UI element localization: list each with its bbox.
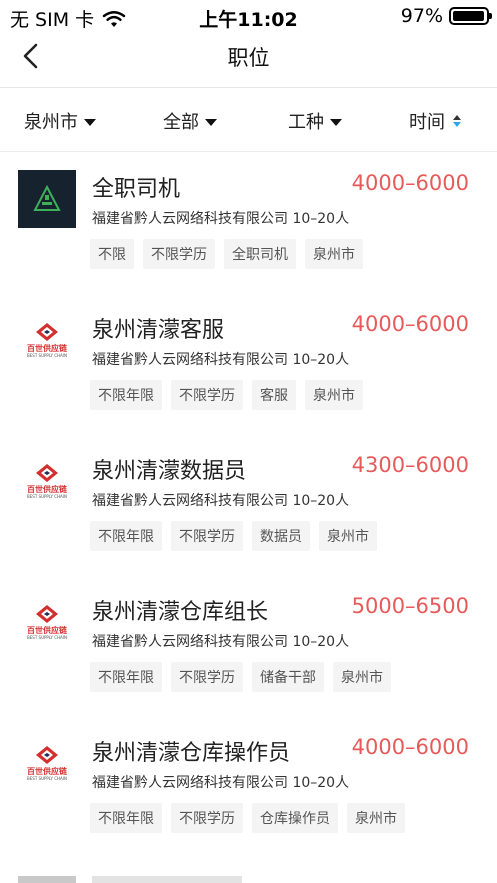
logo-mark-icon (36, 605, 58, 623)
company-logo: 百世供应链 BEST SUPPLY CHAIN (18, 593, 76, 651)
job-company: 福建省黔人云网络科技有限公司 10–20人 (92, 352, 350, 368)
tag: 泉州市 (319, 521, 377, 551)
page-title: 职位 (227, 46, 270, 70)
sort-icon (453, 115, 461, 127)
filter-time-label: 时间 (409, 112, 445, 133)
battery-level (453, 11, 485, 21)
tag: 不限年限 (90, 662, 162, 692)
logo-mark-icon (36, 323, 58, 341)
job-card[interactable]: 百世供应链 BEST SUPPLY CHAIN 泉州清濛客服 4000–6000… (0, 294, 497, 435)
filter-time[interactable]: 时间 (409, 108, 461, 134)
company-logo: 百世供应链 BEST SUPPLY CHAIN (18, 734, 76, 792)
tag: 不限学历 (171, 662, 243, 692)
job-salary: 4300–6000 (351, 453, 469, 477)
filter-bar: 泉州市 全部 工种 时间 (0, 88, 497, 152)
job-title-partial (92, 876, 242, 883)
company-logo (18, 170, 76, 228)
logo-subcaption: BEST SUPPLY CHAIN (27, 353, 67, 358)
company-logo: 百世供应链 BEST SUPPLY CHAIN (18, 311, 76, 369)
job-salary: 5000–6500 (351, 594, 469, 618)
filter-city-label: 泉州市 (24, 112, 78, 133)
tag: 泉州市 (347, 803, 405, 833)
job-title: 泉州清濛仓库操作员 (92, 741, 291, 766)
filter-category[interactable]: 全部 (163, 108, 217, 134)
job-salary: 4000–6000 (351, 312, 469, 336)
job-tags: 不限年限 不限学历 储备干部 泉州市 (90, 662, 391, 692)
logo-subcaption: BEST SUPPLY CHAIN (27, 776, 67, 781)
emblem-icon (33, 184, 61, 211)
job-card-partial[interactable] (0, 876, 497, 883)
tag: 仓库操作员 (252, 803, 338, 833)
company-logo (18, 876, 76, 883)
filter-job-type[interactable]: 工种 (288, 108, 342, 134)
job-tags: 不限年限 不限学历 仓库操作员 泉州市 (90, 803, 405, 833)
tag: 客服 (252, 380, 296, 410)
tag: 不限年限 (90, 803, 162, 833)
tag: 不限学历 (171, 521, 243, 551)
job-card[interactable]: 全职司机 4000–6000 福建省黔人云网络科技有限公司 10–20人 不限 … (0, 153, 497, 294)
battery-icon (449, 7, 492, 25)
status-right: 97% (400, 5, 492, 27)
filter-job-type-label: 工种 (288, 112, 324, 133)
tag: 不限年限 (90, 521, 162, 551)
job-tags: 不限年限 不限学历 数据员 泉州市 (90, 521, 377, 551)
caret-down-icon (330, 119, 342, 126)
tag: 储备干部 (252, 662, 324, 692)
status-bar: 无 SIM 卡 上午11:02 97% (0, 0, 497, 32)
job-company: 福建省黔人云网络科技有限公司 10–20人 (92, 775, 350, 791)
logo-caption: 百世供应链 (27, 344, 67, 353)
filter-city[interactable]: 泉州市 (24, 108, 96, 134)
tag: 数据员 (252, 521, 310, 551)
caret-down-icon (84, 119, 96, 126)
job-salary: 4000–6000 (351, 171, 469, 195)
job-list: 全职司机 4000–6000 福建省黔人云网络科技有限公司 10–20人 不限 … (0, 153, 497, 858)
filter-category-label: 全部 (163, 112, 199, 133)
job-card[interactable]: 百世供应链 BEST SUPPLY CHAIN 泉州清濛仓库操作员 4000–6… (0, 717, 497, 858)
job-card[interactable]: 百世供应链 BEST SUPPLY CHAIN 泉州清濛仓库组长 5000–65… (0, 576, 497, 717)
job-company: 福建省黔人云网络科技有限公司 10–20人 (92, 493, 350, 509)
job-title: 泉州清濛仓库组长 (92, 600, 269, 625)
logo-subcaption: BEST SUPPLY CHAIN (27, 494, 67, 499)
job-company: 福建省黔人云网络科技有限公司 10–20人 (92, 634, 350, 650)
battery-percent: 97% (400, 5, 443, 27)
job-card[interactable]: 百世供应链 BEST SUPPLY CHAIN 泉州清濛数据员 4300–600… (0, 435, 497, 576)
tag: 不限学历 (171, 380, 243, 410)
job-company: 福建省黔人云网络科技有限公司 10–20人 (92, 211, 350, 227)
tag: 不限年限 (90, 380, 162, 410)
logo-caption: 百世供应链 (27, 485, 67, 494)
tag: 不限学历 (171, 803, 243, 833)
logo-caption: 百世供应链 (27, 767, 67, 776)
company-logo: 百世供应链 BEST SUPPLY CHAIN (18, 452, 76, 510)
logo-mark-icon (36, 746, 58, 764)
tag: 全职司机 (224, 239, 296, 269)
job-title: 泉州清濛客服 (92, 318, 225, 343)
job-title: 泉州清濛数据员 (92, 459, 247, 484)
logo-mark-icon (36, 464, 58, 482)
job-tags: 不限 不限学历 全职司机 泉州市 (90, 239, 363, 269)
tag: 泉州市 (333, 662, 391, 692)
tag: 不限学历 (143, 239, 215, 269)
nav-bar: 职位 (0, 32, 497, 88)
job-title: 全职司机 (92, 177, 181, 202)
logo-subcaption: BEST SUPPLY CHAIN (27, 635, 67, 640)
job-salary: 4000–6000 (351, 735, 469, 759)
tag: 泉州市 (305, 239, 363, 269)
logo-caption: 百世供应链 (27, 626, 67, 635)
tag: 泉州市 (305, 380, 363, 410)
tag: 不限 (90, 239, 134, 269)
caret-down-icon (205, 119, 217, 126)
job-tags: 不限年限 不限学历 客服 泉州市 (90, 380, 363, 410)
